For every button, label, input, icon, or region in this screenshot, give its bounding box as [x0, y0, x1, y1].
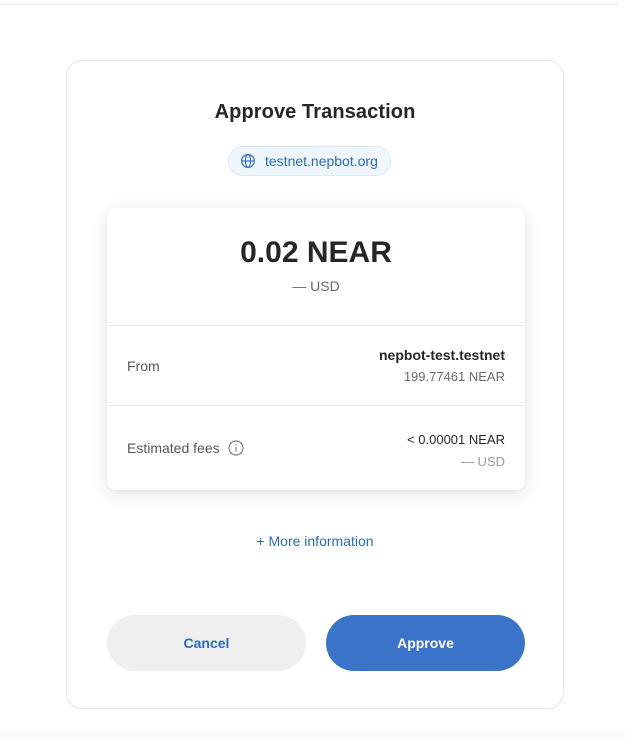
transfer-amount-usd: — USD [292, 278, 340, 294]
globe-icon [240, 153, 256, 169]
approve-button[interactable]: Approve [326, 615, 525, 671]
estimated-fees-row-label: Estimated fees [127, 440, 244, 456]
info-icon[interactable] [228, 440, 244, 456]
origin-badge: testnet.nepbot.org [228, 146, 391, 176]
fee-amount: < 0.00001 NEAR [407, 432, 505, 447]
fee-details: < 0.00001 NEAR — USD [407, 431, 505, 471]
from-account: nepbot-test.testnet [379, 347, 505, 363]
origin-domain: testnet.nepbot.org [265, 153, 378, 169]
estimated-fees-label: Estimated fees [127, 440, 220, 456]
dialog-title: Approve Transaction [214, 101, 416, 123]
summary-divider [107, 325, 525, 326]
transfer-amount: 0.02 NEAR [240, 236, 392, 269]
cancel-button[interactable]: Cancel [107, 615, 306, 671]
top-divider [0, 4, 618, 5]
from-details: nepbot-test.testnet 199.77461 NEAR [379, 346, 505, 386]
approve-transaction-dialog: Approve Transaction testnet.nepbot.org 0… [66, 60, 564, 709]
bottom-edge [0, 730, 625, 739]
top-divider-edge [617, 0, 618, 5]
more-information-link[interactable]: + More information [67, 533, 563, 549]
from-label: From [127, 358, 160, 374]
transaction-summary: 0.02 NEAR — USD From nepbot-test.testnet… [107, 208, 525, 490]
fee-usd: — USD [460, 454, 505, 469]
from-balance: 199.77461 NEAR [403, 369, 505, 384]
summary-divider [107, 405, 525, 406]
